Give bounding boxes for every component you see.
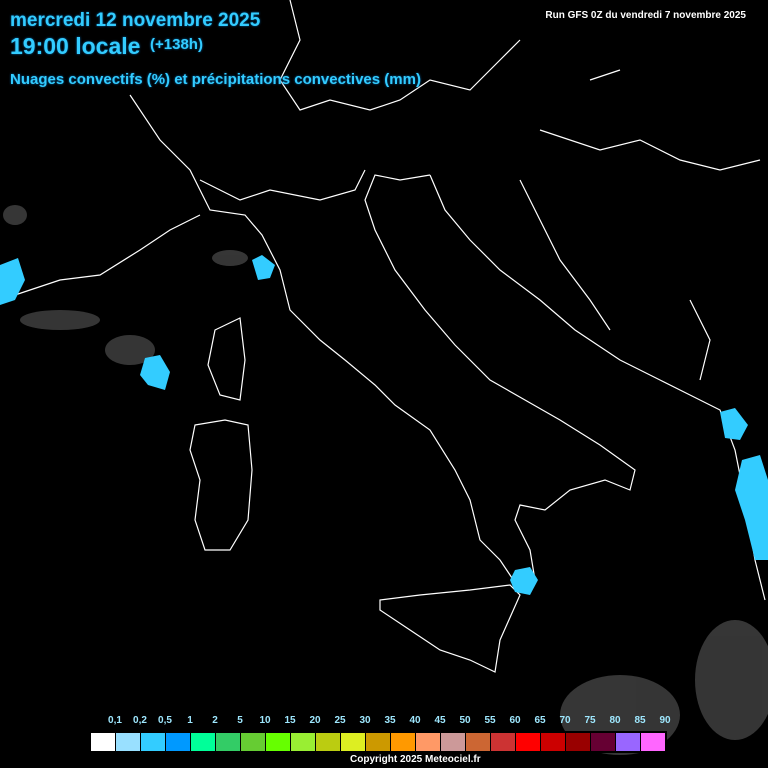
legend-label: 50 [459, 715, 471, 726]
forecast-date: mercredi 12 novembre 2025 [10, 10, 261, 31]
convective-precip [0, 255, 768, 595]
legend-label: 0,5 [158, 715, 172, 726]
legend-label: 25 [334, 715, 346, 726]
legend-swatch [115, 732, 141, 752]
legend-label: 70 [559, 715, 571, 726]
legend-swatch [640, 732, 666, 752]
legend-swatch [590, 732, 616, 752]
legend-swatch [315, 732, 341, 752]
legend-label: 0,2 [133, 715, 147, 726]
legend-swatch [615, 732, 641, 752]
color-legend [90, 731, 667, 753]
legend-swatch [515, 732, 541, 752]
model-run-info: Run GFS 0Z du vendredi 7 novembre 2025 [545, 10, 746, 21]
legend-label: 5 [237, 715, 243, 726]
legend-swatch [190, 732, 216, 752]
legend-label: 10 [259, 715, 271, 726]
legend-swatch [265, 732, 291, 752]
copyright: Copyright 2025 Meteociel.fr [350, 754, 481, 765]
legend-label: 80 [609, 715, 621, 726]
legend-label: 40 [409, 715, 421, 726]
legend-label: 75 [584, 715, 596, 726]
legend-label: 90 [659, 715, 671, 726]
legend-swatch [365, 732, 391, 752]
legend-label: 35 [384, 715, 396, 726]
map-canvas [0, 0, 768, 755]
legend-label: 55 [484, 715, 496, 726]
legend-swatch [565, 732, 591, 752]
legend-swatch [165, 732, 191, 752]
legend-swatch [290, 732, 316, 752]
legend-swatch [240, 732, 266, 752]
legend-label: 45 [434, 715, 446, 726]
legend-swatch [390, 732, 416, 752]
legend-swatch [215, 732, 241, 752]
legend-swatch [415, 732, 441, 752]
forecast-map-page: mercredi 12 novembre 2025 19:00 locale (… [0, 0, 768, 768]
legend-label: 65 [534, 715, 546, 726]
legend-label: 85 [634, 715, 646, 726]
legend-label: 60 [509, 715, 521, 726]
legend-swatch [540, 732, 566, 752]
legend-label: 15 [284, 715, 296, 726]
forecast-lead-time: (+138h) [150, 36, 203, 53]
legend-swatch [490, 732, 516, 752]
legend-label: 30 [359, 715, 371, 726]
legend-label: 0,1 [108, 715, 122, 726]
legend-label: 2 [212, 715, 218, 726]
legend-swatch [465, 732, 491, 752]
legend-swatch [340, 732, 366, 752]
coastlines [0, 0, 766, 673]
legend-swatch [440, 732, 466, 752]
parameter-title: Nuages convectifs (%) et précipitations … [10, 71, 421, 88]
cloud-cover [3, 205, 768, 755]
forecast-time: 19:00 locale [10, 33, 141, 59]
legend-swatch [140, 732, 166, 752]
legend-swatch [90, 732, 116, 752]
legend-label: 20 [309, 715, 321, 726]
legend-label: 1 [187, 715, 193, 726]
